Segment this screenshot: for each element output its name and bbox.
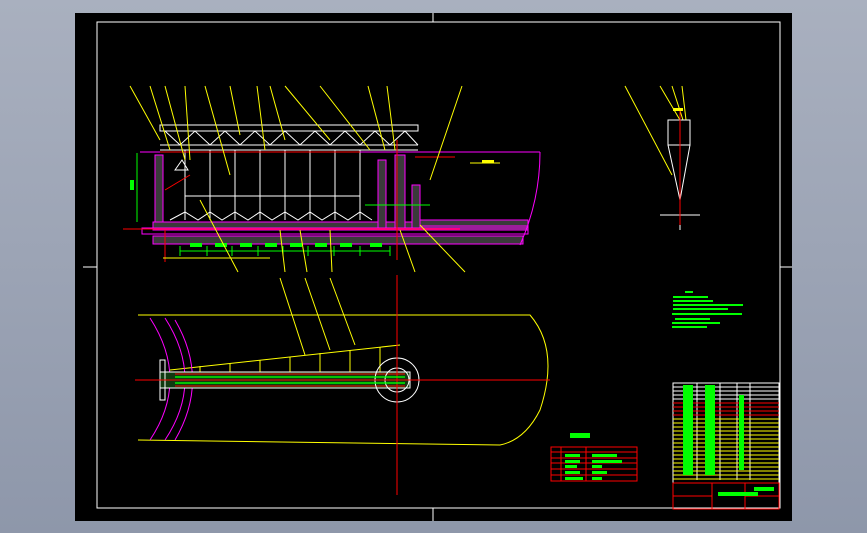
technical-notes xyxy=(672,291,743,328)
detail-view xyxy=(624,85,700,230)
title-block xyxy=(672,382,780,510)
parts-table xyxy=(550,433,638,482)
cad-drawing xyxy=(83,13,792,521)
cad-drawing-viewport[interactable] xyxy=(75,13,792,521)
elevation-section xyxy=(123,85,541,273)
plan-view xyxy=(135,275,550,495)
